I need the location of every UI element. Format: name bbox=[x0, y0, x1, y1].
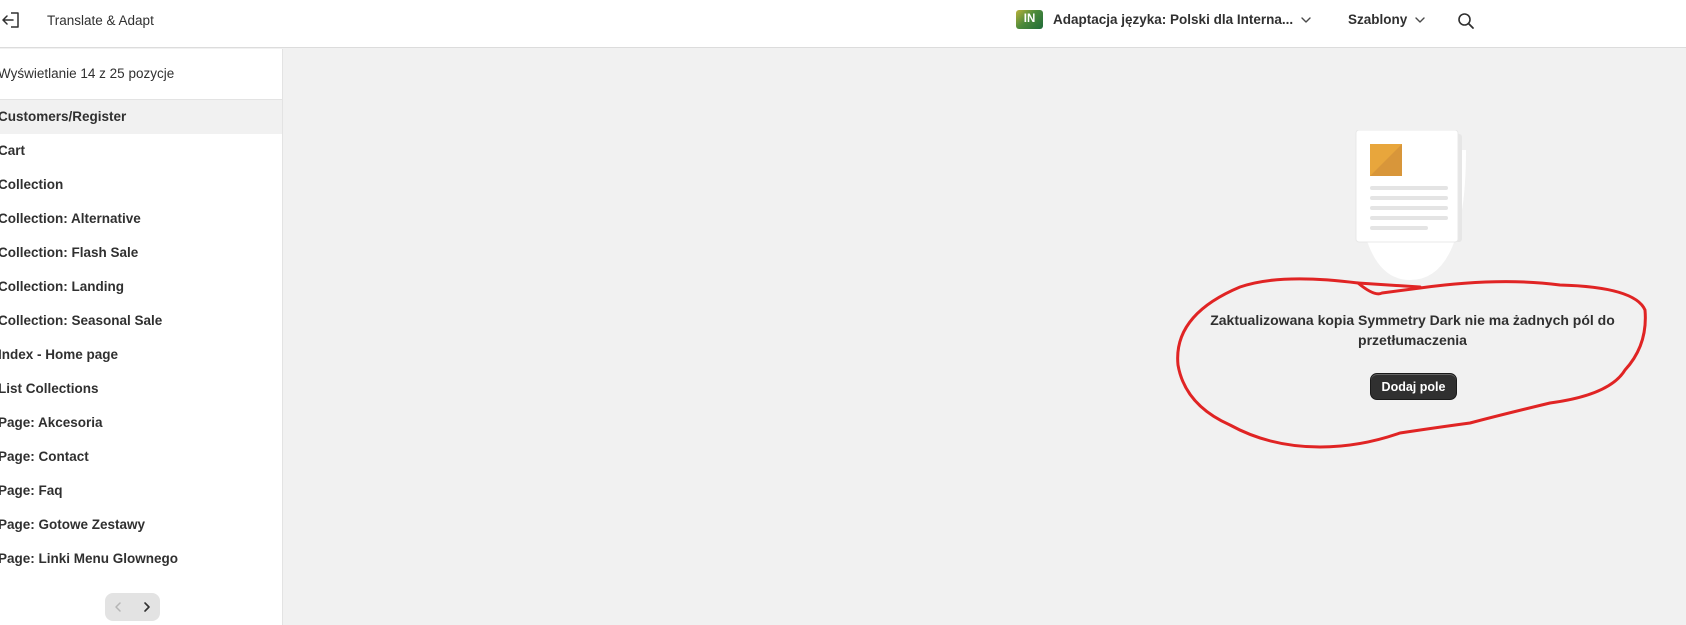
list-item[interactable]: Collection: Alternative bbox=[0, 202, 282, 236]
list-item[interactable]: List Collections bbox=[0, 372, 282, 406]
document-illustration bbox=[1355, 130, 1466, 280]
list-item[interactable]: Collection: Flash Sale bbox=[0, 236, 282, 270]
chevron-down-icon bbox=[1301, 17, 1311, 23]
locale-label: Adaptacja języka: Polski dla Interna... bbox=[1053, 12, 1294, 27]
template-list: Customers/Register Cart Collection Colle… bbox=[0, 100, 282, 576]
item-count-text: Wyświetlanie 14 z 25 pozycje bbox=[0, 66, 175, 81]
pagination bbox=[105, 593, 160, 621]
templates-label: Szablony bbox=[1348, 12, 1408, 27]
item-count-header: Wyświetlanie 14 z 25 pozycje bbox=[0, 49, 282, 100]
add-field-button[interactable]: Dodaj pole bbox=[1370, 373, 1457, 400]
locale-badge: IN bbox=[1016, 10, 1043, 29]
template-sidebar: Wyświetlanie 14 z 25 pozycje Customers/R… bbox=[0, 49, 283, 625]
list-item[interactable]: Index - Home page bbox=[0, 338, 282, 372]
chevron-right-icon[interactable] bbox=[133, 593, 160, 621]
app-title: Translate & Adapt bbox=[47, 13, 154, 28]
list-item[interactable]: Collection bbox=[0, 168, 282, 202]
empty-state-message: Zaktualizowana kopia Symmetry Dark nie m… bbox=[1210, 312, 1615, 348]
templates-selector[interactable]: Szablony bbox=[1342, 6, 1432, 34]
search-icon[interactable] bbox=[1455, 10, 1477, 32]
list-item[interactable]: Page: Linki Menu Glownego bbox=[0, 542, 282, 576]
chevron-left-icon[interactable] bbox=[105, 593, 132, 621]
locale-selector[interactable]: IN Adaptacja języka: Polski dla Interna.… bbox=[1016, 6, 1316, 34]
list-item[interactable]: Customers/Register bbox=[0, 100, 282, 134]
list-item[interactable]: Cart bbox=[0, 134, 282, 168]
list-item[interactable]: Page: Gotowe Zestawy bbox=[0, 508, 282, 542]
list-item[interactable]: Page: Akcesoria bbox=[0, 406, 282, 440]
exit-icon[interactable] bbox=[2, 11, 22, 29]
list-item[interactable]: Page: Faq bbox=[0, 474, 282, 508]
top-bar: Translate & Adapt IN Adaptacja języka: P… bbox=[0, 0, 1686, 48]
list-item[interactable]: Collection: Landing bbox=[0, 270, 282, 304]
list-item[interactable]: Page: Contact bbox=[0, 440, 282, 474]
chevron-down-icon bbox=[1415, 17, 1425, 23]
list-item[interactable]: Collection: Seasonal Sale bbox=[0, 304, 282, 338]
